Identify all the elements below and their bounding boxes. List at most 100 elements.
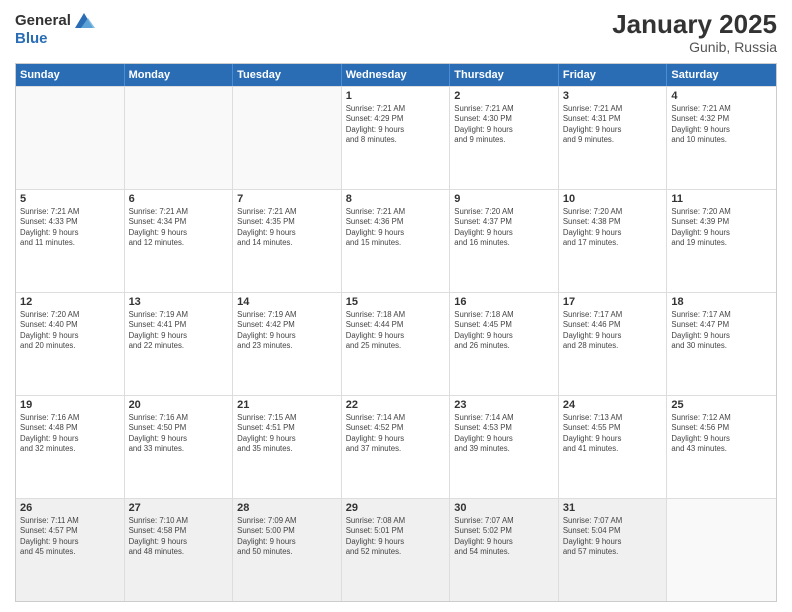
day-detail-16: Sunrise: 7:18 AM Sunset: 4:45 PM Dayligh… bbox=[454, 310, 554, 352]
day-number-26: 26 bbox=[20, 502, 120, 514]
day-detail-6: Sunrise: 7:21 AM Sunset: 4:34 PM Dayligh… bbox=[129, 207, 229, 249]
day-detail-28: Sunrise: 7:09 AM Sunset: 5:00 PM Dayligh… bbox=[237, 516, 337, 558]
cal-cell-9: 9Sunrise: 7:20 AM Sunset: 4:37 PM Daylig… bbox=[450, 190, 559, 292]
cal-cell-10: 10Sunrise: 7:20 AM Sunset: 4:38 PM Dayli… bbox=[559, 190, 668, 292]
day-number-6: 6 bbox=[129, 193, 229, 205]
logo: GeneralBlue bbox=[15, 10, 95, 47]
day-detail-9: Sunrise: 7:20 AM Sunset: 4:37 PM Dayligh… bbox=[454, 207, 554, 249]
cal-cell-empty bbox=[125, 87, 234, 189]
cal-cell-22: 22 Sunrise: 7:14 AM Sunset: 4:52 PM Dayli… bbox=[342, 396, 451, 498]
cal-cell-empty bbox=[16, 87, 125, 189]
day-number-24: 24 bbox=[563, 399, 663, 411]
day-detail-11: Sunrise: 7:20 AM Sunset: 4:39 PM Dayligh… bbox=[671, 207, 772, 249]
day-number-14: 14 bbox=[237, 296, 337, 308]
calendar-body: 1Sunrise: 7:21 AM Sunset: 4:29 PM Daylig… bbox=[16, 86, 776, 601]
cal-cell-7: 7 Sunrise: 7:21 AM Sunset: 4:35 PM Daylig… bbox=[233, 190, 342, 292]
day-detail-15: Sunrise: 7:18 AM Sunset: 4:44 PM Dayligh… bbox=[346, 310, 446, 352]
logo-text-general: General bbox=[15, 12, 71, 29]
cal-cell-16: 16 Sunrise: 7:18 AM Sunset: 4:45 PM Dayli… bbox=[450, 293, 559, 395]
cal-week-5: 26 Sunrise: 7:11 AM Sunset: 4:57 PM Dayli… bbox=[16, 498, 776, 601]
cal-cell-12: 12 Sunrise: 7:20 AM Sunset: 4:40 PM Dayli… bbox=[16, 293, 125, 395]
day-detail-30: Sunrise: 7:07 AM Sunset: 5:02 PM Dayligh… bbox=[454, 516, 554, 558]
cal-header-tuesday: Tuesday bbox=[233, 64, 342, 86]
logo-text-blue: Blue bbox=[15, 30, 48, 47]
day-detail-5: Sunrise: 7:21 AM Sunset: 4:33 PM Dayligh… bbox=[20, 207, 120, 249]
day-detail-27: Sunrise: 7:10 AM Sunset: 4:58 PM Dayligh… bbox=[129, 516, 229, 558]
day-number-12: 12 bbox=[20, 296, 120, 308]
cal-cell-13: 13 Sunrise: 7:19 AM Sunset: 4:41 PM Dayli… bbox=[125, 293, 234, 395]
day-number-5: 5 bbox=[20, 193, 120, 205]
day-detail-7: Sunrise: 7:21 AM Sunset: 4:35 PM Dayligh… bbox=[237, 207, 337, 249]
cal-cell-25: 25 Sunrise: 7:12 AM Sunset: 4:56 PM Dayli… bbox=[667, 396, 776, 498]
cal-cell-8: 8 Sunrise: 7:21 AM Sunset: 4:36 PM Daylig… bbox=[342, 190, 451, 292]
cal-cell-4: 4Sunrise: 7:21 AM Sunset: 4:32 PM Daylig… bbox=[667, 87, 776, 189]
day-number-11: 11 bbox=[671, 193, 772, 205]
cal-header-friday: Friday bbox=[559, 64, 668, 86]
day-number-25: 25 bbox=[671, 399, 772, 411]
day-number-2: 2 bbox=[454, 90, 554, 102]
cal-header-monday: Monday bbox=[125, 64, 234, 86]
day-number-7: 7 bbox=[237, 193, 337, 205]
cal-cell-21: 21 Sunrise: 7:15 AM Sunset: 4:51 PM Dayli… bbox=[233, 396, 342, 498]
cal-cell-empty bbox=[667, 499, 776, 601]
day-number-28: 28 bbox=[237, 502, 337, 514]
cal-header-sunday: Sunday bbox=[16, 64, 125, 86]
day-detail-26: Sunrise: 7:11 AM Sunset: 4:57 PM Dayligh… bbox=[20, 516, 120, 558]
title-block: January 2025 Gunib, Russia bbox=[612, 10, 777, 55]
cal-cell-23: 23Sunrise: 7:14 AM Sunset: 4:53 PM Dayli… bbox=[450, 396, 559, 498]
day-number-16: 16 bbox=[454, 296, 554, 308]
day-number-17: 17 bbox=[563, 296, 663, 308]
cal-cell-20: 20Sunrise: 7:16 AM Sunset: 4:50 PM Dayli… bbox=[125, 396, 234, 498]
day-number-10: 10 bbox=[563, 193, 663, 205]
day-detail-17: Sunrise: 7:17 AM Sunset: 4:46 PM Dayligh… bbox=[563, 310, 663, 352]
cal-cell-31: 31Sunrise: 7:07 AM Sunset: 5:04 PM Dayli… bbox=[559, 499, 668, 601]
cal-cell-28: 28 Sunrise: 7:09 AM Sunset: 5:00 PM Dayli… bbox=[233, 499, 342, 601]
day-number-31: 31 bbox=[563, 502, 663, 514]
cal-week-3: 12 Sunrise: 7:20 AM Sunset: 4:40 PM Dayli… bbox=[16, 292, 776, 395]
cal-cell-24: 24 Sunrise: 7:13 AM Sunset: 4:55 PM Dayli… bbox=[559, 396, 668, 498]
day-number-8: 8 bbox=[346, 193, 446, 205]
day-number-13: 13 bbox=[129, 296, 229, 308]
day-detail-18: Sunrise: 7:17 AM Sunset: 4:47 PM Dayligh… bbox=[671, 310, 772, 352]
cal-cell-11: 11 Sunrise: 7:20 AM Sunset: 4:39 PM Dayli… bbox=[667, 190, 776, 292]
cal-cell-27: 27 Sunrise: 7:10 AM Sunset: 4:58 PM Dayli… bbox=[125, 499, 234, 601]
cal-header-saturday: Saturday bbox=[667, 64, 776, 86]
day-number-22: 22 bbox=[346, 399, 446, 411]
day-detail-25: Sunrise: 7:12 AM Sunset: 4:56 PM Dayligh… bbox=[671, 413, 772, 455]
cal-cell-15: 15 Sunrise: 7:18 AM Sunset: 4:44 PM Dayli… bbox=[342, 293, 451, 395]
cal-cell-2: 2Sunrise: 7:21 AM Sunset: 4:30 PM Daylig… bbox=[450, 87, 559, 189]
cal-week-2: 5 Sunrise: 7:21 AM Sunset: 4:33 PM Daylig… bbox=[16, 189, 776, 292]
cal-cell-30: 30 Sunrise: 7:07 AM Sunset: 5:02 PM Dayli… bbox=[450, 499, 559, 601]
cal-cell-17: 17 Sunrise: 7:17 AM Sunset: 4:46 PM Dayli… bbox=[559, 293, 668, 395]
day-detail-14: Sunrise: 7:19 AM Sunset: 4:42 PM Dayligh… bbox=[237, 310, 337, 352]
cal-cell-14: 14 Sunrise: 7:19 AM Sunset: 4:42 PM Dayli… bbox=[233, 293, 342, 395]
cal-cell-6: 6 Sunrise: 7:21 AM Sunset: 4:34 PM Daylig… bbox=[125, 190, 234, 292]
day-number-30: 30 bbox=[454, 502, 554, 514]
cal-cell-1: 1Sunrise: 7:21 AM Sunset: 4:29 PM Daylig… bbox=[342, 87, 451, 189]
day-number-15: 15 bbox=[346, 296, 446, 308]
calendar-title: January 2025 bbox=[612, 10, 777, 39]
day-detail-29: Sunrise: 7:08 AM Sunset: 5:01 PM Dayligh… bbox=[346, 516, 446, 558]
day-number-21: 21 bbox=[237, 399, 337, 411]
calendar: SundayMondayTuesdayWednesdayThursdayFrid… bbox=[15, 63, 777, 602]
day-detail-24: Sunrise: 7:13 AM Sunset: 4:55 PM Dayligh… bbox=[563, 413, 663, 455]
day-number-27: 27 bbox=[129, 502, 229, 514]
day-detail-3: Sunrise: 7:21 AM Sunset: 4:31 PM Dayligh… bbox=[563, 104, 663, 146]
day-detail-13: Sunrise: 7:19 AM Sunset: 4:41 PM Dayligh… bbox=[129, 310, 229, 352]
logo-icon bbox=[73, 10, 95, 30]
cal-week-1: 1Sunrise: 7:21 AM Sunset: 4:29 PM Daylig… bbox=[16, 86, 776, 189]
day-detail-12: Sunrise: 7:20 AM Sunset: 4:40 PM Dayligh… bbox=[20, 310, 120, 352]
day-detail-22: Sunrise: 7:14 AM Sunset: 4:52 PM Dayligh… bbox=[346, 413, 446, 455]
day-detail-1: Sunrise: 7:21 AM Sunset: 4:29 PM Dayligh… bbox=[346, 104, 446, 146]
day-detail-23: Sunrise: 7:14 AM Sunset: 4:53 PM Dayligh… bbox=[454, 413, 554, 455]
cal-cell-26: 26 Sunrise: 7:11 AM Sunset: 4:57 PM Dayli… bbox=[16, 499, 125, 601]
day-detail-21: Sunrise: 7:15 AM Sunset: 4:51 PM Dayligh… bbox=[237, 413, 337, 455]
cal-header-wednesday: Wednesday bbox=[342, 64, 451, 86]
cal-week-4: 19 Sunrise: 7:16 AM Sunset: 4:48 PM Dayli… bbox=[16, 395, 776, 498]
cal-cell-3: 3Sunrise: 7:21 AM Sunset: 4:31 PM Daylig… bbox=[559, 87, 668, 189]
day-number-18: 18 bbox=[671, 296, 772, 308]
day-detail-8: Sunrise: 7:21 AM Sunset: 4:36 PM Dayligh… bbox=[346, 207, 446, 249]
day-number-19: 19 bbox=[20, 399, 120, 411]
calendar-header-row: SundayMondayTuesdayWednesdayThursdayFrid… bbox=[16, 64, 776, 86]
day-detail-19: Sunrise: 7:16 AM Sunset: 4:48 PM Dayligh… bbox=[20, 413, 120, 455]
